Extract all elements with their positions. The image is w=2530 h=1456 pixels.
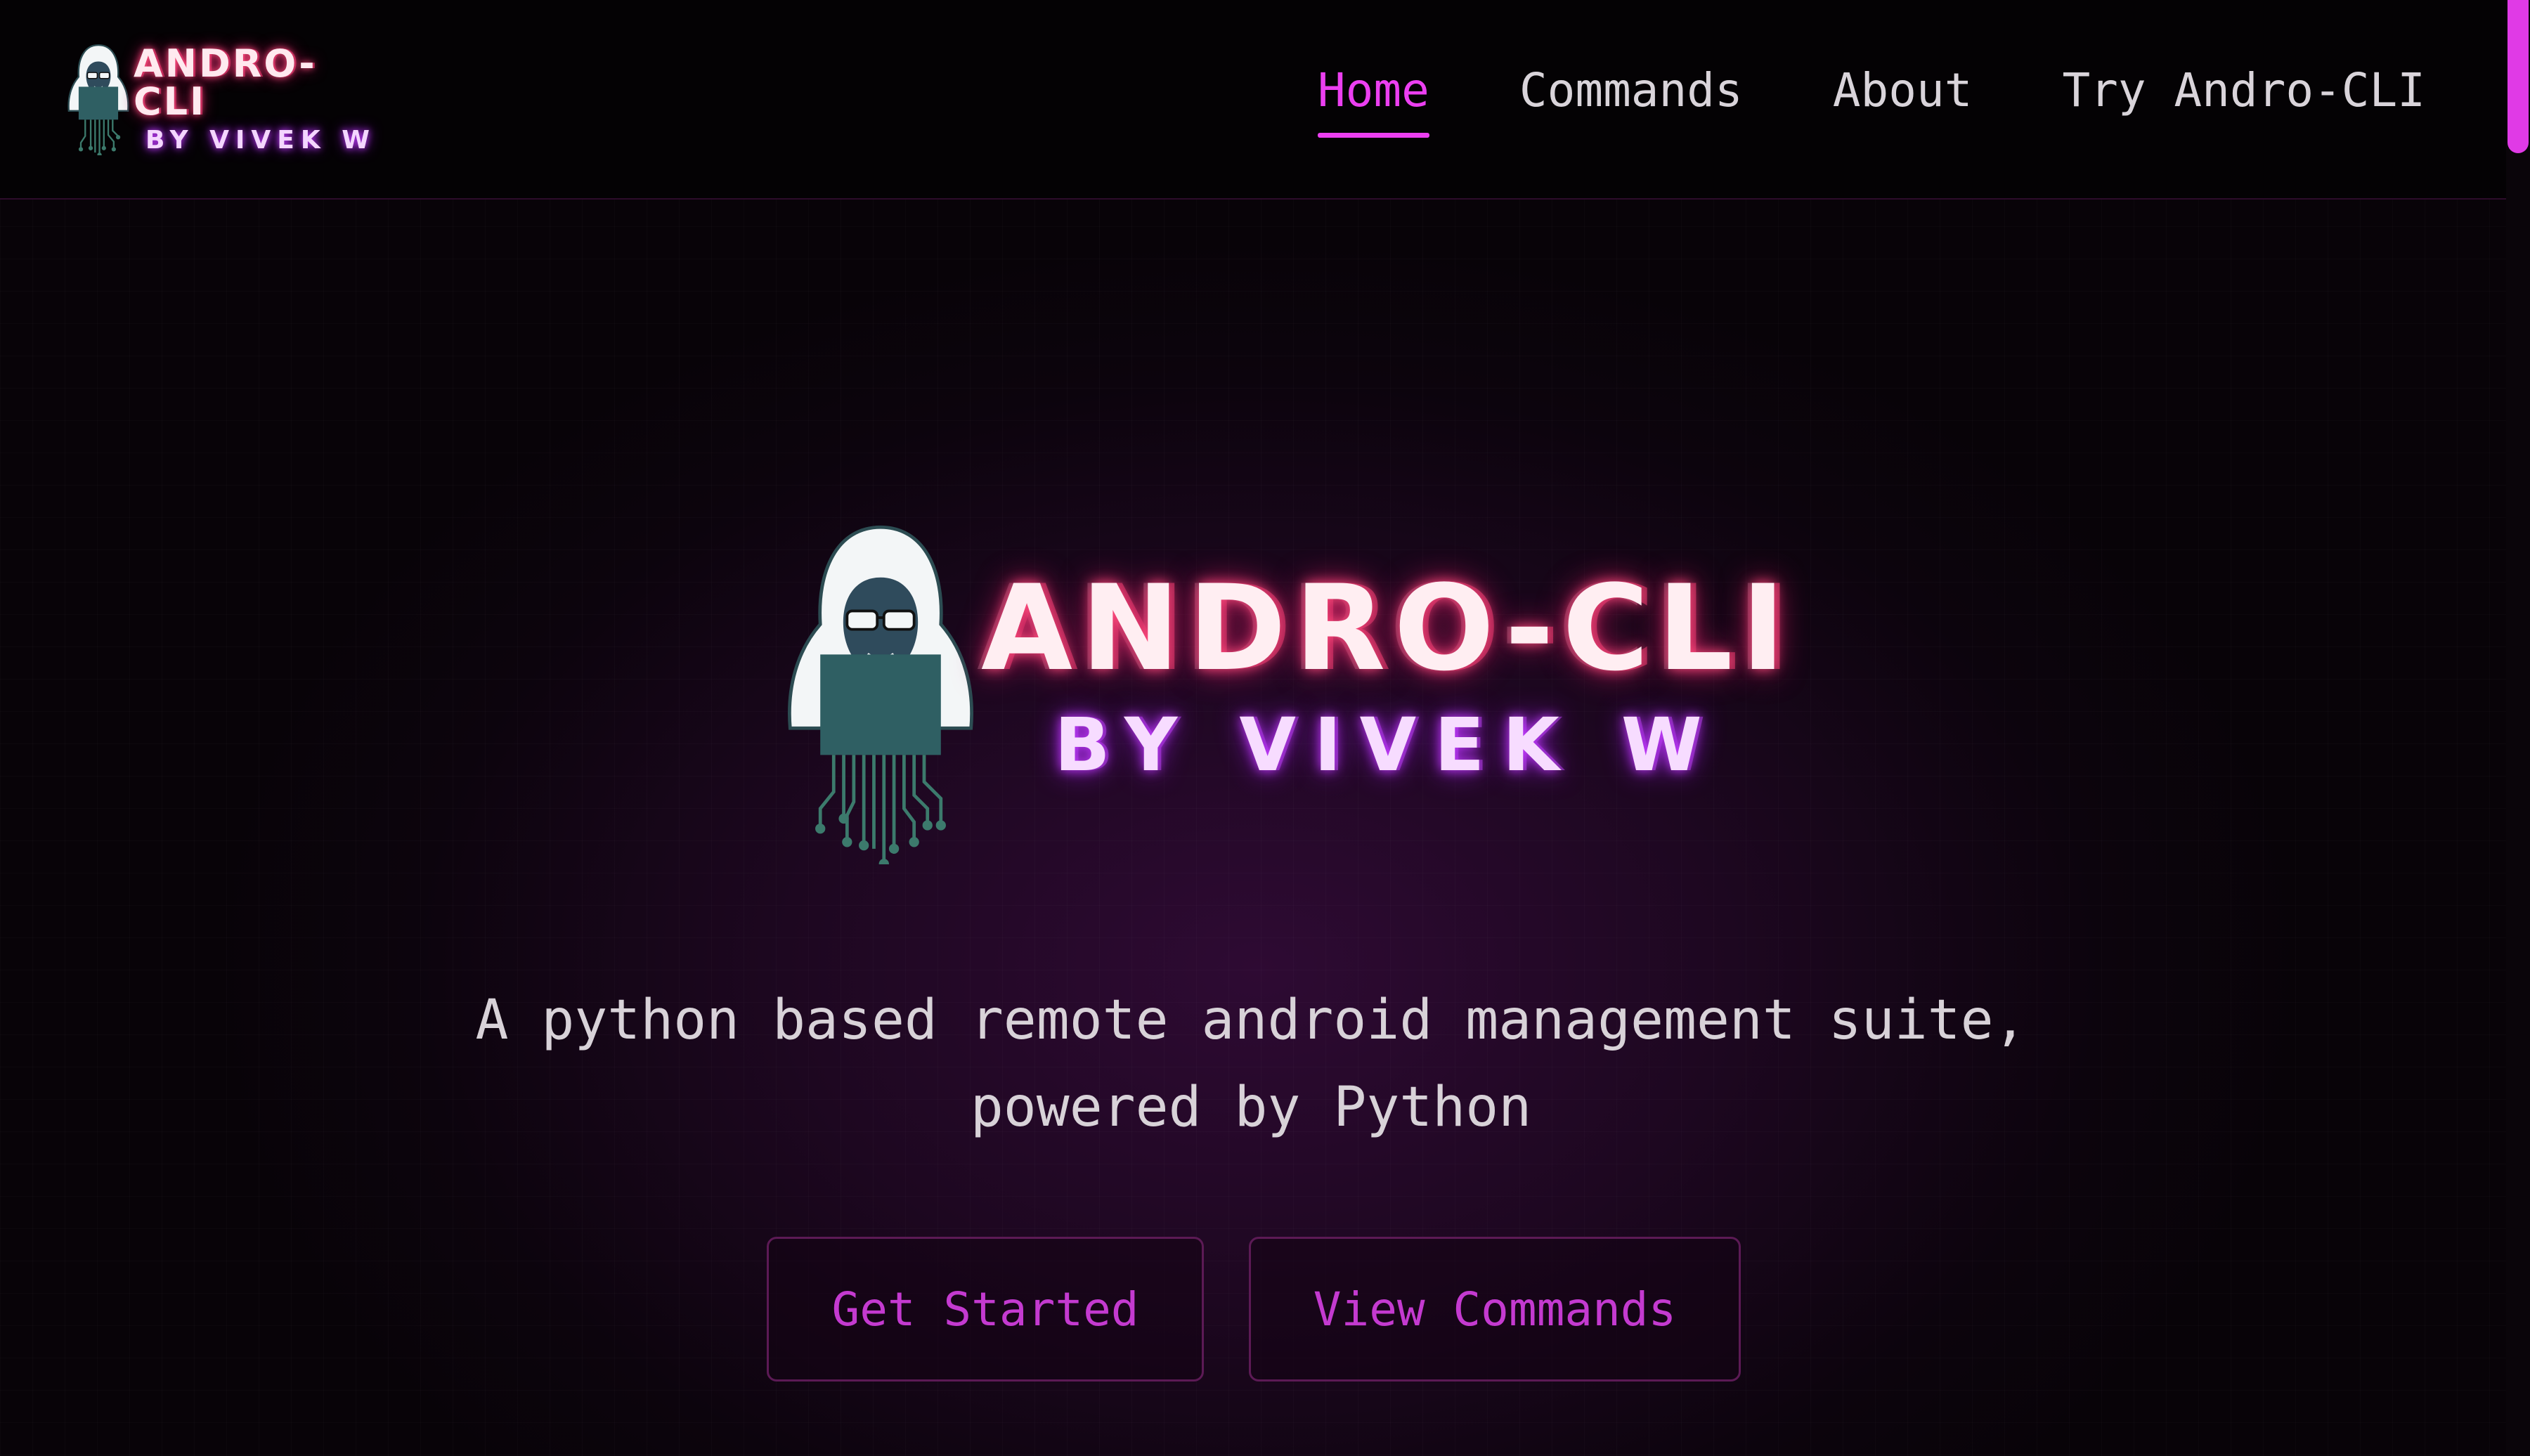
hero-logo-text: ANDRO-CLI BY VIVEK W [981, 569, 1793, 781]
navbar: ANDRO-CLI BY VIVEK W Home Commands About… [0, 0, 2506, 200]
nav-logo[interactable]: ANDRO-CLI BY VIVEK W [65, 39, 388, 159]
nav-link-home[interactable]: Home [1317, 67, 1429, 138]
nav-link-commands[interactable]: Commands [1519, 67, 1743, 138]
nav-logo-text: ANDRO-CLI BY VIVEK W [134, 45, 388, 153]
nav-links: Home Commands About Try Andro-CLI [1317, 67, 2425, 138]
nav-link-try-andro-cli[interactable]: Try Andro-CLI [2062, 67, 2425, 138]
hooded-hacker-icon [788, 525, 973, 864]
scrollbar[interactable] [2506, 0, 2530, 1456]
hero-tagline: A python based remote android management… [351, 977, 2150, 1151]
nav-logo-title: ANDRO-CLI [134, 41, 317, 124]
nav-logo-subtitle: BY VIVEK W [145, 126, 376, 155]
scrollbar-thumb[interactable] [2508, 0, 2529, 153]
hero-tagline-line2: powered by Python [970, 1076, 1532, 1139]
page: ANDRO-CLI BY VIVEK W Home Commands About… [0, 0, 2530, 1456]
view-commands-button[interactable]: View Commands [1249, 1237, 1741, 1382]
hero-logo-subtitle: BY VIVEK W [1054, 702, 1720, 788]
hero-tagline-line1: A python based remote android management… [475, 989, 2027, 1052]
hooded-hacker-icon [67, 44, 129, 155]
nav-link-about[interactable]: About [1833, 67, 1973, 138]
hero-logo: ANDRO-CLI BY VIVEK W [780, 520, 1785, 864]
get-started-button[interactable]: Get Started [767, 1237, 1204, 1382]
hero-logo-title: ANDRO-CLI [981, 559, 1793, 697]
